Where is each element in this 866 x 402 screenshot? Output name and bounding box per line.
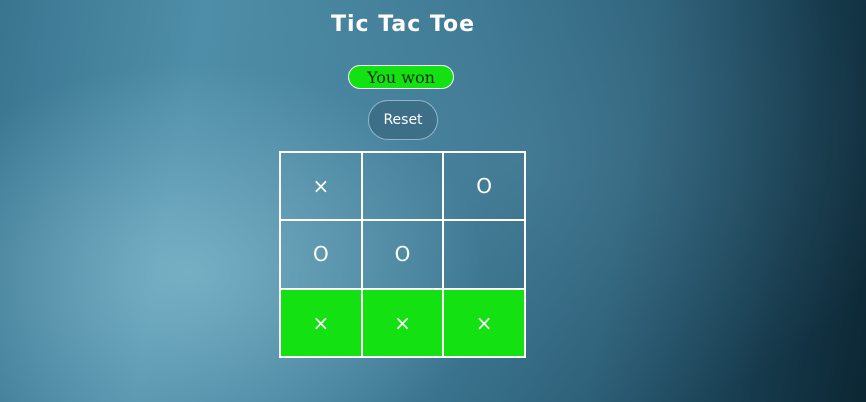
board-cell[interactable]: O [443, 152, 525, 221]
board-cell[interactable] [443, 220, 525, 289]
reset-button[interactable]: Reset [368, 100, 438, 140]
game-title: Tic Tac Toe [330, 12, 476, 37]
board-cell[interactable] [361, 152, 444, 221]
board-cell[interactable]: × [280, 288, 362, 357]
board-cell[interactable]: × [361, 288, 444, 357]
board-cell[interactable]: × [443, 288, 525, 357]
board-cell[interactable]: × [280, 152, 362, 221]
game-board: × O O O × × × [279, 151, 526, 358]
status-badge: You won [348, 65, 454, 89]
board-cell[interactable]: O [280, 220, 362, 289]
board-cell[interactable]: O [361, 220, 444, 289]
